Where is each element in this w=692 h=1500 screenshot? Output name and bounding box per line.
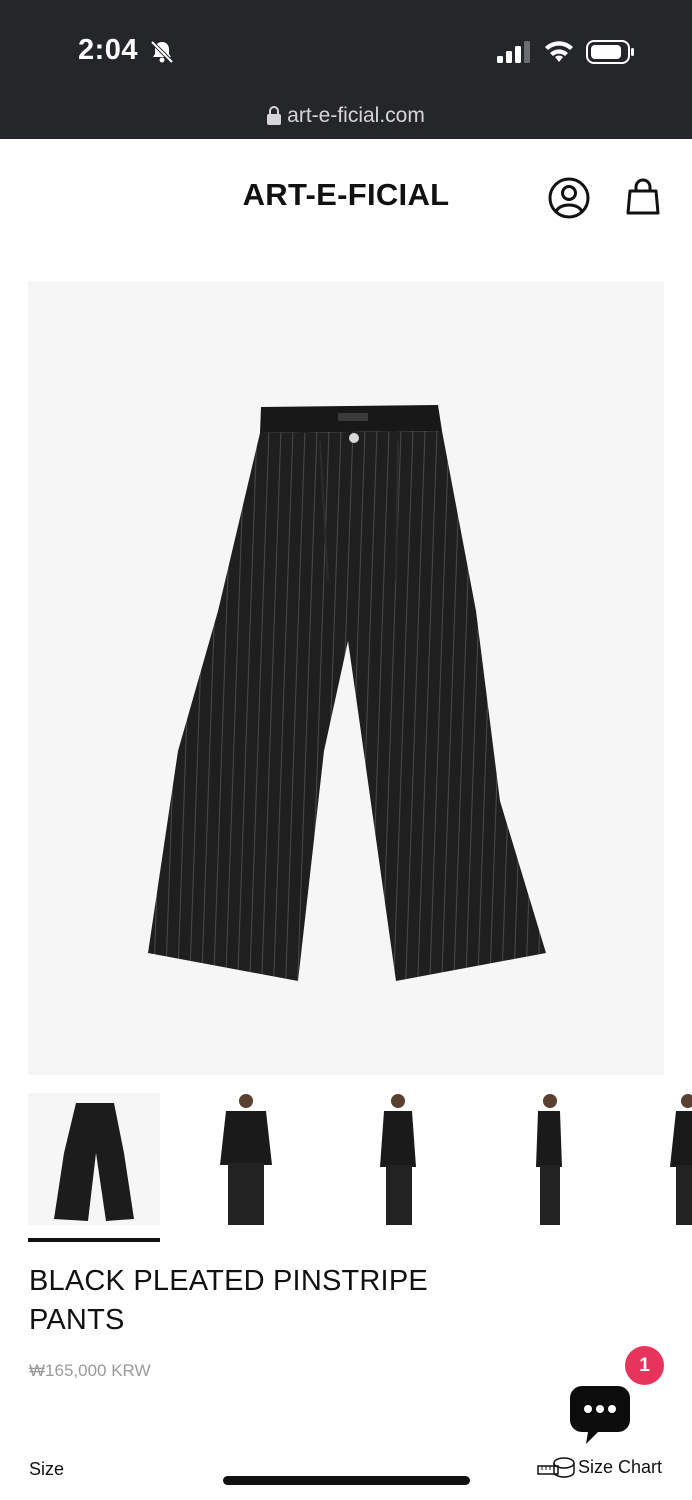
- home-indicator[interactable]: [223, 1476, 470, 1485]
- wifi-icon: [545, 41, 573, 62]
- product-main-image[interactable]: [28, 281, 664, 1075]
- thumbnail-strip: [28, 1093, 692, 1225]
- chat-icon[interactable]: [568, 1384, 632, 1448]
- measuring-tape-icon: [537, 1457, 575, 1478]
- thumbnail-front-view[interactable]: [180, 1093, 312, 1225]
- product-price: ₩165,000 KRW: [29, 1361, 151, 1380]
- signal-icon: [497, 41, 530, 63]
- lock-icon: [267, 106, 282, 125]
- pants-image: [148, 405, 546, 981]
- size-label: Size: [29, 1459, 65, 1479]
- address-bar[interactable]: art-e-ficial.com: [0, 104, 692, 128]
- size-chart-label: Size Chart: [578, 1457, 663, 1477]
- bell-muted-icon: [150, 40, 174, 64]
- product-title-line2: PANTS: [29, 1304, 125, 1336]
- thumbnail-back-view[interactable]: [636, 1093, 692, 1225]
- thumbnail-active-indicator: [28, 1238, 160, 1242]
- chat-notification-badge[interactable]: 1: [625, 1346, 664, 1385]
- clock-time: 2:04: [78, 34, 139, 66]
- site-header: ART-E-FICIAL: [0, 139, 692, 259]
- account-icon[interactable]: [547, 176, 591, 220]
- size-chart-link[interactable]: Size Chart: [536, 1456, 662, 1478]
- product-title: BLACK PLEATED PINSTRIPE PANTS: [29, 1262, 499, 1340]
- shopping-bag-icon[interactable]: [622, 176, 664, 218]
- status-bar: 2:04 art-e-ficial.com: [0, 0, 692, 139]
- battery-icon: [586, 40, 634, 64]
- thumbnail-side-view[interactable]: [332, 1093, 464, 1225]
- product-title-line1: BLACK PLEATED PINSTRIPE: [29, 1265, 428, 1297]
- thumbnail-pants[interactable]: [28, 1093, 160, 1225]
- url-text: art-e-ficial.com: [287, 104, 425, 127]
- thumbnail-profile-view[interactable]: [484, 1093, 616, 1225]
